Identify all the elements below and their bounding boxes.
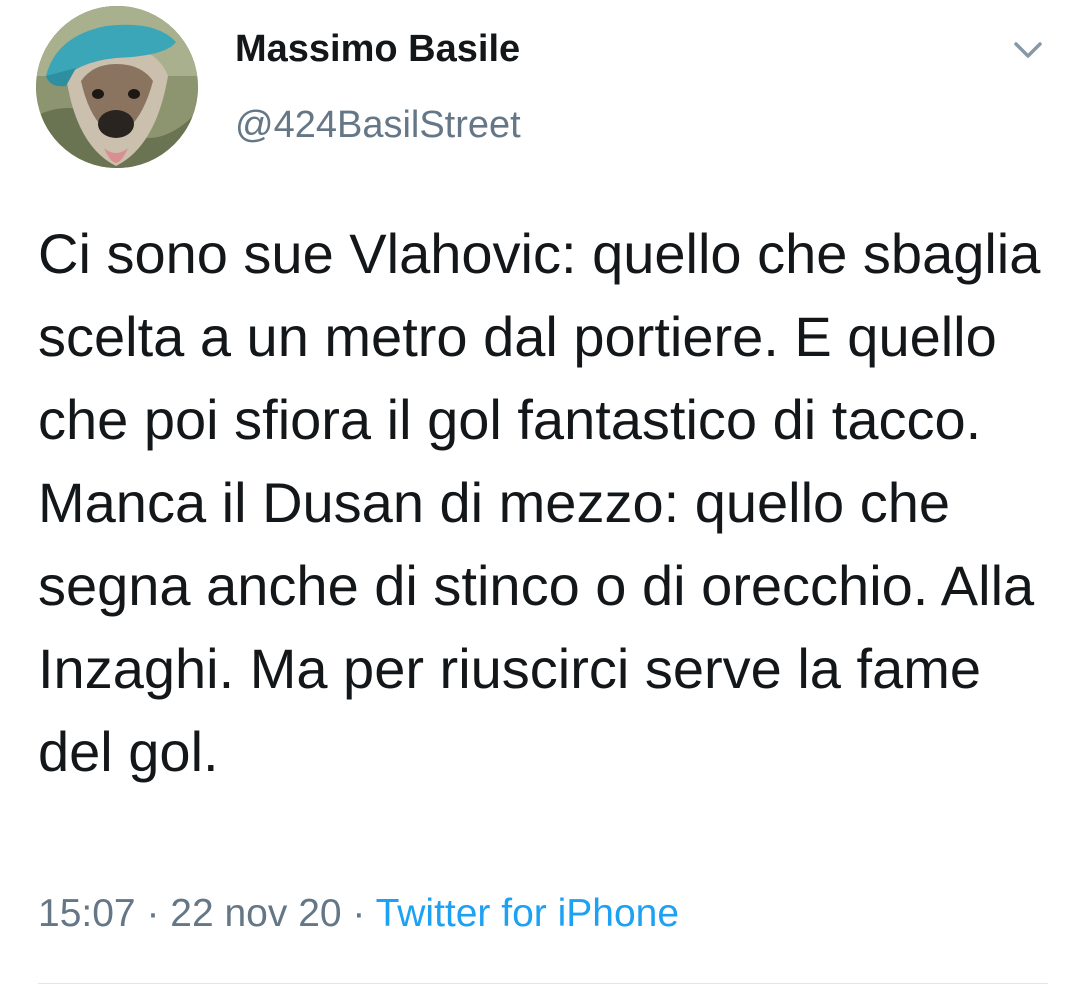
avatar[interactable]: [36, 6, 198, 168]
dog-avatar-icon: [36, 6, 198, 168]
display-name[interactable]: Massimo Basile: [235, 28, 520, 71]
chevron-down-icon[interactable]: [1008, 32, 1048, 68]
divider: [38, 983, 1048, 984]
tweet-source-link[interactable]: Twitter for iPhone: [376, 892, 679, 935]
tweet-time: 15:07: [38, 892, 136, 935]
meta-separator: ·: [341, 892, 376, 935]
user-handle[interactable]: @424BasilStreet: [235, 104, 521, 147]
tweet-meta: 15:07 · 22 nov 20 · Twitter for iPhone: [38, 892, 679, 936]
tweet-text: Ci sono sue Vlahovic: quello che sbaglia…: [38, 222, 1041, 783]
tweet-date: 22 nov 20: [170, 892, 342, 935]
tweet-card: Massimo Basile @424BasilStreet Ci sono s…: [0, 0, 1080, 990]
meta-separator: ·: [135, 892, 171, 935]
